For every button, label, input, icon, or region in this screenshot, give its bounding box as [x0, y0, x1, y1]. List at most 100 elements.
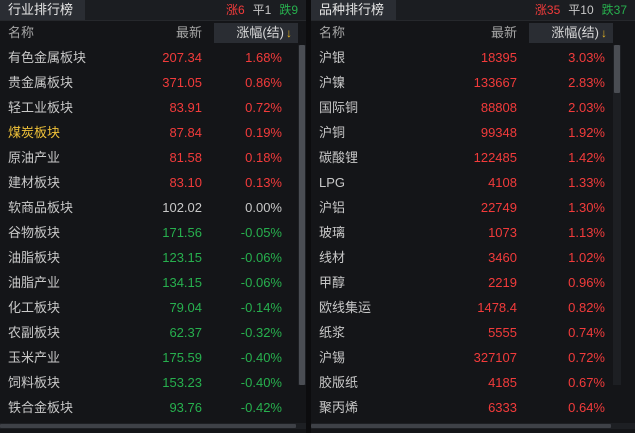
column-change-header[interactable]: 涨幅(结) ↓	[529, 23, 613, 43]
horizontal-scrollbar-thumb[interactable]	[0, 424, 296, 428]
row-last-price: 93.76	[169, 400, 202, 415]
up-count: 涨6	[225, 3, 245, 17]
row-name: 轻工业板块	[8, 100, 74, 115]
up-count: 涨35	[534, 3, 561, 17]
row-change-pct: 0.74%	[568, 325, 605, 340]
horizontal-scrollbar[interactable]	[311, 423, 635, 429]
row-change-pct: -0.40%	[240, 350, 282, 365]
row-name: 煤炭板块	[8, 125, 61, 140]
industry-ranking-panel: 行业排行榜 涨6 平1 跌9 名称 最新 涨幅(结) ↓ 有色金属板块 207.34 1.…	[0, 0, 306, 433]
row-last-price: 1073	[488, 225, 517, 240]
table-row[interactable]: 纸浆 5555 0.74%	[311, 320, 635, 345]
table-row[interactable]: 国际铜 88808 2.03%	[311, 95, 635, 120]
table-row[interactable]: 谷物板块 171.56 -0.05%	[0, 220, 306, 245]
table-row[interactable]: 软商品板块 102.02 0.00%	[0, 195, 306, 220]
row-last-price: 327107	[473, 350, 517, 365]
table-row[interactable]: 原油产业 81.58 0.18%	[0, 145, 306, 170]
row-last-price: 99348	[480, 125, 517, 140]
row-last-price: 175.59	[162, 350, 202, 365]
table-row[interactable]: 玉米产业 175.59 -0.40%	[0, 345, 306, 370]
table-row[interactable]: 欧线集运 1478.4 0.82%	[311, 295, 635, 320]
sort-down-arrow-icon: ↓	[286, 26, 292, 40]
table-row[interactable]: 聚丙烯 6333 0.64%	[311, 395, 635, 420]
row-change-pct: 0.18%	[245, 150, 282, 165]
row-name: 有色金属板块	[8, 50, 87, 65]
flat-count: 平1	[252, 3, 272, 17]
row-name: 饲料板块	[8, 375, 61, 390]
column-name-header[interactable]: 名称	[8, 21, 34, 45]
table-row[interactable]: 有色金属板块 207.34 1.68%	[0, 45, 306, 70]
row-last-price: 153.23	[162, 375, 202, 390]
row-name: 甲醇	[319, 275, 346, 290]
row-change-pct: -0.06%	[240, 250, 282, 265]
table-row[interactable]: 沪铝 22749 1.30%	[311, 195, 635, 220]
row-name: 油脂产业	[8, 275, 61, 290]
table-row[interactable]: 农副板块 62.37 -0.32%	[0, 320, 306, 345]
table-row[interactable]: 沪镍 133667 2.83%	[311, 70, 635, 95]
row-name: 沪铜	[319, 125, 346, 140]
row-change-pct: 0.82%	[568, 300, 605, 315]
table-row[interactable]: 沪银 18395 3.03%	[311, 45, 635, 70]
table-row[interactable]: 化工板块 79.04 -0.14%	[0, 295, 306, 320]
row-last-price: 83.10	[169, 175, 202, 190]
down-count: 跌37	[601, 3, 627, 17]
horizontal-scrollbar[interactable]	[0, 423, 306, 429]
row-name: 沪银	[319, 50, 346, 65]
table-row[interactable]: 碳酸锂 122485 1.42%	[311, 145, 635, 170]
row-last-price: 207.34	[162, 50, 202, 65]
row-change-pct: 0.64%	[568, 400, 605, 415]
vertical-scrollbar[interactable]	[298, 45, 306, 385]
row-name: 聚丙烯	[319, 400, 359, 415]
row-change-pct: 0.19%	[245, 125, 282, 140]
table-row[interactable]: 建材板块 83.10 0.13%	[0, 170, 306, 195]
table-row[interactable]: LPG 4108 1.33%	[311, 170, 635, 195]
table-row[interactable]: 沪铜 99348 1.92%	[311, 120, 635, 145]
row-change-pct: 3.03%	[568, 50, 605, 65]
row-last-price: 18395	[480, 50, 517, 65]
row-last-price: 79.04	[169, 300, 202, 315]
row-change-pct: 1.13%	[568, 225, 605, 240]
table-row[interactable]: 沪锡 327107 0.72%	[311, 345, 635, 370]
column-last-header[interactable]: 最新	[176, 21, 202, 45]
table-row[interactable]: 贵金属板块 371.05 0.86%	[0, 70, 306, 95]
scrollbar-thumb[interactable]	[614, 45, 620, 93]
table-row[interactable]: 轻工业板块 83.91 0.72%	[0, 95, 306, 120]
column-last-header[interactable]: 最新	[491, 21, 517, 45]
row-last-price: 134.15	[162, 275, 202, 290]
table-row[interactable]: 煤炭板块 87.84 0.19%	[0, 120, 306, 145]
row-change-pct: -0.32%	[240, 325, 282, 340]
table-row[interactable]: 铁合金板块 93.76 -0.42%	[0, 395, 306, 420]
row-name: 谷物板块	[8, 225, 61, 240]
down-count: 跌9	[279, 3, 298, 17]
table-row[interactable]: 油脂板块 123.15 -0.06%	[0, 245, 306, 270]
row-name: LPG	[319, 175, 346, 190]
table-row[interactable]: 甲醇 2219 0.96%	[311, 270, 635, 295]
column-change-header[interactable]: 涨幅(结) ↓	[214, 23, 298, 43]
horizontal-scrollbar-thumb[interactable]	[311, 424, 611, 428]
row-change-pct: 0.72%	[568, 350, 605, 365]
row-name: 贵金属板块	[8, 75, 74, 90]
row-last-price: 171.56	[162, 225, 202, 240]
row-name: 铁合金板块	[8, 400, 74, 415]
row-last-price: 87.84	[169, 125, 202, 140]
row-change-pct: -0.14%	[240, 300, 282, 315]
table-row[interactable]: 胶版纸 4185 0.67%	[311, 370, 635, 395]
table-row[interactable]: 线材 3460 1.02%	[311, 245, 635, 270]
table-row[interactable]: 玻璃 1073 1.13%	[311, 220, 635, 245]
scrollbar-thumb[interactable]	[299, 45, 305, 385]
row-change-pct: -0.42%	[240, 400, 282, 415]
table-row[interactable]: 饲料板块 153.23 -0.40%	[0, 370, 306, 395]
row-name: 沪锡	[319, 350, 346, 365]
row-change-pct: 1.02%	[568, 250, 605, 265]
table-row[interactable]: 油脂产业 134.15 -0.06%	[0, 270, 306, 295]
column-header: 名称 最新 涨幅(结) ↓	[0, 21, 306, 45]
row-name: 原油产业	[8, 150, 61, 165]
vertical-scrollbar[interactable]	[613, 45, 621, 385]
row-name: 线材	[319, 250, 346, 265]
row-last-price: 3460	[488, 250, 517, 265]
row-last-price: 5555	[488, 325, 517, 340]
row-last-price: 83.91	[169, 100, 202, 115]
tab-industry-ranking[interactable]: 行业排行榜	[0, 0, 86, 20]
tab-variety-ranking[interactable]: 品种排行榜	[311, 0, 397, 20]
column-name-header[interactable]: 名称	[319, 21, 345, 45]
